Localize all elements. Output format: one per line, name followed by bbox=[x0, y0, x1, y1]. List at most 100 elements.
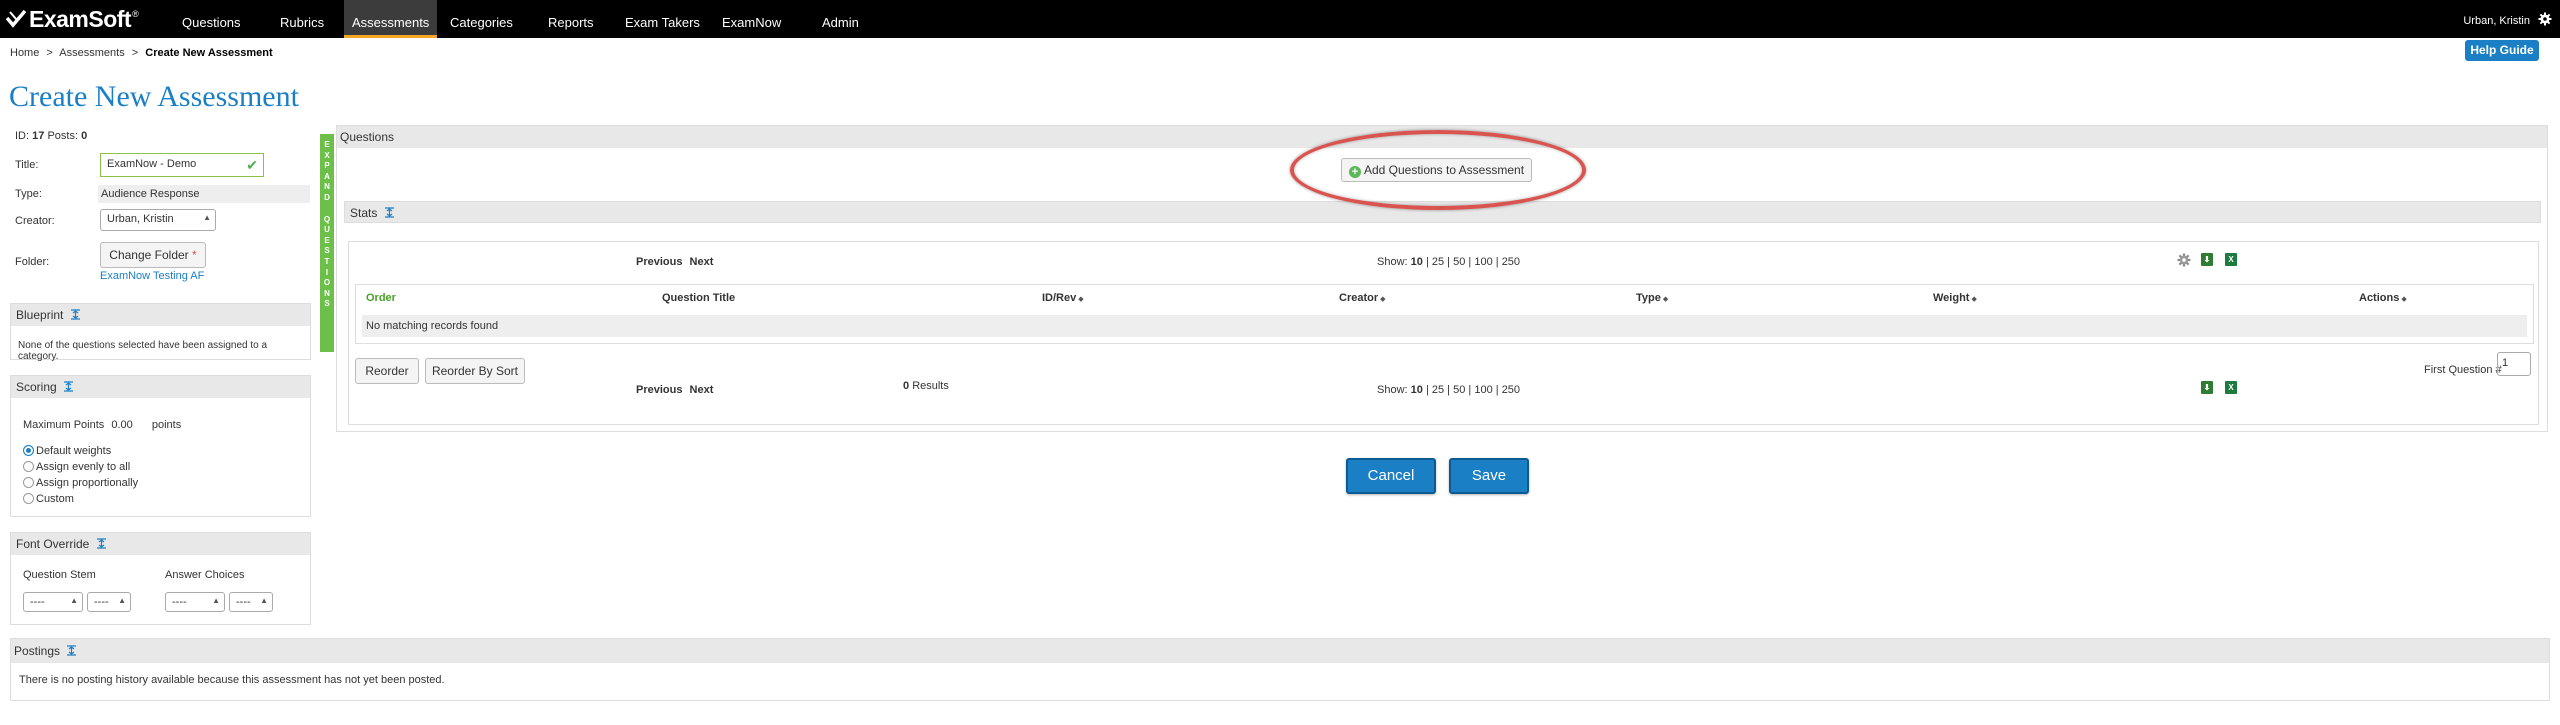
user-settings-gear-icon[interactable] bbox=[2538, 12, 2552, 26]
page-size-50[interactable]: 50 bbox=[1453, 256, 1465, 268]
previous-link[interactable]: Previous bbox=[636, 384, 682, 396]
page-size-100[interactable]: 100 bbox=[1474, 256, 1492, 268]
col-creator[interactable]: Creator ◆ bbox=[1339, 292, 1386, 304]
page-size-25[interactable]: 25 bbox=[1432, 256, 1444, 268]
type-label: Type: bbox=[15, 188, 42, 200]
blueprint-header[interactable]: Blueprint bbox=[11, 304, 310, 326]
no-records-row: No matching records found bbox=[362, 315, 2527, 337]
expand-questions-bar[interactable]: E X P A N D Q U E S T I O N S bbox=[320, 134, 334, 352]
collapse-toggle-icon[interactable] bbox=[96, 538, 107, 549]
radio-selected-icon bbox=[23, 445, 34, 456]
expand-letter: E bbox=[324, 140, 330, 149]
next-link[interactable]: Next bbox=[690, 256, 714, 268]
previous-link[interactable]: Previous bbox=[636, 256, 682, 268]
page-size-100[interactable]: 100 bbox=[1474, 384, 1492, 396]
questions-table-container: Previous Next Show: 10 | 25 | 50 | 100 |… bbox=[348, 241, 2539, 425]
results-count-value: 0 bbox=[903, 380, 910, 392]
change-folder-button[interactable]: Change Folder * bbox=[100, 242, 206, 268]
cancel-button[interactable]: Cancel bbox=[1346, 458, 1436, 494]
reorder-by-sort-button[interactable]: Reorder By Sort bbox=[425, 358, 525, 384]
col-question-title[interactable]: Question Title bbox=[662, 292, 735, 304]
sort-icon: ◆ bbox=[1971, 296, 1977, 303]
required-mark: * bbox=[192, 248, 197, 262]
reorder-button[interactable]: Reorder bbox=[355, 358, 419, 384]
answer-font-select[interactable]: ---- ▲ bbox=[165, 592, 225, 612]
radio-assign-evenly[interactable]: Assign evenly to all bbox=[23, 461, 130, 473]
nav-exam-takers[interactable]: Exam Takers bbox=[625, 0, 700, 38]
change-folder-label: Change Folder bbox=[109, 248, 189, 262]
title-input-value: ExamNow - Demo bbox=[107, 158, 197, 170]
scoring-header[interactable]: Scoring bbox=[11, 376, 310, 398]
collapse-toggle-icon[interactable] bbox=[63, 381, 74, 392]
save-button[interactable]: Save bbox=[1449, 458, 1529, 494]
select-value: ---- bbox=[94, 596, 109, 608]
page-size-25[interactable]: 25 bbox=[1432, 384, 1444, 396]
add-questions-button[interactable]: + Add Questions to Assessment bbox=[1341, 158, 1532, 182]
col-id-rev[interactable]: ID/Rev ◆ bbox=[1042, 292, 1084, 304]
logo-registered-mark: ® bbox=[132, 9, 139, 19]
page-size-250[interactable]: 250 bbox=[1502, 384, 1520, 396]
postings-panel: Postings There is no posting history ava… bbox=[10, 638, 2550, 701]
answer-size-select[interactable]: ---- ▲ bbox=[229, 592, 273, 612]
top-nav-bar: ExamSoft ® Questions Rubrics Assessments… bbox=[0, 0, 2560, 38]
stats-header[interactable]: Stats bbox=[344, 201, 2541, 223]
excel-export-icon[interactable]: X bbox=[2225, 253, 2237, 266]
select-value: ---- bbox=[236, 596, 251, 608]
nav-rubrics[interactable]: Rubrics bbox=[280, 0, 324, 38]
nav-assessments[interactable]: Assessments bbox=[344, 0, 438, 38]
results-count: 0 Results bbox=[903, 380, 949, 392]
creator-select[interactable]: Urban, Kristin ▲ bbox=[100, 209, 216, 231]
id-label: ID: bbox=[15, 130, 30, 142]
breadcrumb-assessments[interactable]: Assessments bbox=[59, 47, 124, 59]
breadcrumb-home[interactable]: Home bbox=[10, 47, 39, 59]
col-actions[interactable]: Actions ◆ bbox=[2359, 292, 2407, 304]
collapse-toggle-icon[interactable] bbox=[66, 645, 77, 656]
page-size-250[interactable]: 250 bbox=[1502, 256, 1520, 268]
folder-link[interactable]: ExamNow Testing AF bbox=[100, 270, 204, 282]
first-question-input[interactable]: 1 bbox=[2497, 352, 2531, 376]
examsoft-logo[interactable]: ExamSoft ® bbox=[6, 6, 139, 32]
radio-assign-proportionally[interactable]: Assign proportionally bbox=[23, 477, 138, 489]
gear-icon[interactable] bbox=[2177, 253, 2191, 267]
user-name[interactable]: Urban, Kristin bbox=[2463, 15, 2530, 27]
select-value: ---- bbox=[30, 596, 45, 608]
page-size-50[interactable]: 50 bbox=[1453, 384, 1465, 396]
nav-examnow[interactable]: ExamNow bbox=[722, 0, 781, 38]
radio-custom[interactable]: Custom bbox=[23, 493, 74, 505]
col-weight[interactable]: Weight ◆ bbox=[1933, 292, 1977, 304]
col-order[interactable]: Order bbox=[366, 292, 396, 304]
nav-admin[interactable]: Admin bbox=[822, 0, 859, 38]
csv-export-icon[interactable]: ⬇ bbox=[2201, 381, 2213, 394]
title-input[interactable]: ExamNow - Demo ✔ bbox=[100, 153, 264, 177]
expand-letter: I bbox=[325, 267, 329, 277]
points-label: points bbox=[151, 419, 182, 431]
postings-header[interactable]: Postings bbox=[11, 639, 2549, 663]
page-size-10[interactable]: 10 bbox=[1411, 384, 1423, 396]
scoring-panel: Scoring Maximum Points 0.00 points Defau… bbox=[10, 375, 311, 517]
collapse-toggle-icon[interactable] bbox=[70, 309, 81, 320]
radio-default-weights[interactable]: Default weights bbox=[23, 445, 111, 457]
type-value: Audience Response bbox=[98, 185, 310, 203]
nav-categories[interactable]: Categories bbox=[450, 0, 513, 38]
scoring-title: Scoring bbox=[16, 380, 57, 394]
nav-reports[interactable]: Reports bbox=[548, 0, 594, 38]
select-value: ---- bbox=[172, 596, 187, 608]
stem-font-select[interactable]: ---- ▲ bbox=[23, 592, 83, 612]
col-actions-label: Actions bbox=[2359, 292, 2400, 304]
csv-export-icon[interactable]: ⬇ bbox=[2201, 253, 2213, 266]
font-override-header[interactable]: Font Override bbox=[11, 533, 310, 555]
radio-icon bbox=[23, 493, 34, 504]
stem-size-select[interactable]: ---- ▲ bbox=[87, 592, 131, 612]
font-override-panel: Font Override Question Stem Answer Choic… bbox=[10, 532, 311, 625]
checkmark-icon: ✔ bbox=[246, 157, 258, 173]
collapse-toggle-icon[interactable] bbox=[384, 207, 395, 218]
sort-icon: ◆ bbox=[1078, 296, 1084, 303]
col-type[interactable]: Type ◆ bbox=[1636, 292, 1668, 304]
nav-questions[interactable]: Questions bbox=[182, 0, 241, 38]
help-guide-button[interactable]: Help Guide bbox=[2465, 40, 2539, 61]
id-value: 17 bbox=[32, 130, 45, 142]
questions-table: Order Question Title ID/Rev ◆ Creator ◆ Ty… bbox=[355, 284, 2534, 344]
page-size-10[interactable]: 10 bbox=[1411, 256, 1423, 268]
excel-export-icon[interactable]: X bbox=[2225, 381, 2237, 394]
next-link[interactable]: Next bbox=[690, 384, 714, 396]
